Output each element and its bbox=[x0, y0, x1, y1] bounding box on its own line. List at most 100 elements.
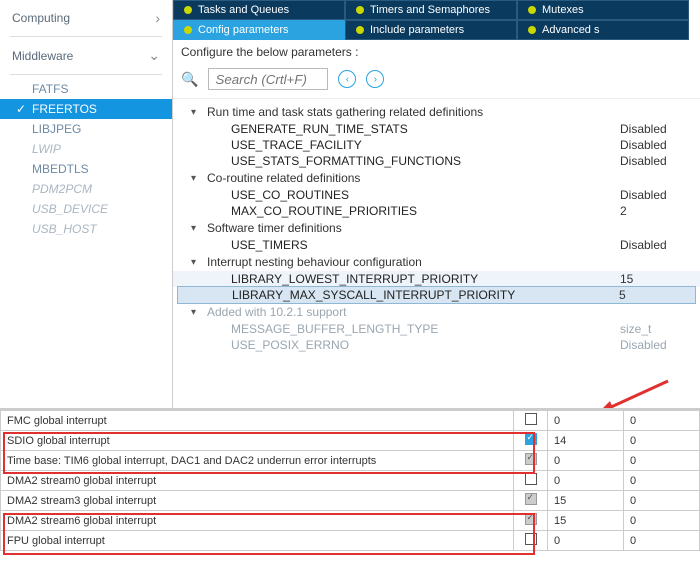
tab-tasks-and-queues[interactable]: Tasks and Queues bbox=[173, 0, 345, 20]
parameter-row[interactable]: LIBRARY_LOWEST_INTERRUPT_PRIORITY15 bbox=[173, 271, 700, 287]
checkbox[interactable] bbox=[525, 473, 537, 485]
sidebar-category-computing[interactable]: Computing › bbox=[0, 4, 172, 32]
interrupt-name: FMC global interrupt bbox=[1, 411, 514, 431]
tab-mutexes[interactable]: Mutexes bbox=[517, 0, 689, 20]
tab-label: Mutexes bbox=[542, 4, 584, 16]
parameter-label: LIBRARY_MAX_SYSCALL_INTERRUPT_PRIORITY bbox=[232, 288, 619, 302]
parameter-row[interactable]: GENERATE_RUN_TIME_STATSDisabled bbox=[173, 121, 700, 137]
enable-cell bbox=[514, 431, 548, 451]
tab-timers-and-semaphores[interactable]: Timers and Semaphores bbox=[345, 0, 517, 20]
interrupt-table: FMC global interrupt00SDIO global interr… bbox=[0, 408, 700, 551]
priority-cell[interactable]: 0 bbox=[548, 411, 624, 431]
sidebar-item-freertos[interactable]: FREERTOS bbox=[0, 99, 172, 119]
parameter-row[interactable]: USE_TRACE_FACILITYDisabled bbox=[173, 137, 700, 153]
checkbox[interactable] bbox=[525, 493, 537, 505]
parameter-label: MESSAGE_BUFFER_LENGTH_TYPE bbox=[231, 322, 620, 336]
checkbox[interactable] bbox=[525, 533, 537, 545]
chevron-down-icon: ⌄ bbox=[148, 47, 160, 64]
sidebar-item-fatfs[interactable]: FATFS bbox=[0, 79, 172, 99]
parameter-row[interactable]: MESSAGE_BUFFER_LENGTH_TYPEsize_t bbox=[173, 321, 700, 337]
parameter-label: USE_STATS_FORMATTING_FUNCTIONS bbox=[231, 154, 620, 168]
priority-cell[interactable]: 15 bbox=[548, 491, 624, 511]
checkbox[interactable] bbox=[525, 413, 537, 425]
table-row[interactable]: DMA2 stream3 global interrupt150 bbox=[1, 491, 700, 511]
priority-cell[interactable]: 0 bbox=[548, 471, 624, 491]
parameter-value: 5 bbox=[619, 288, 691, 302]
bullet-icon bbox=[356, 26, 364, 34]
tab-advanced-s[interactable]: Advanced s bbox=[517, 20, 689, 40]
parameter-row[interactable]: USE_TIMERSDisabled bbox=[173, 237, 700, 253]
chevron-down-icon: ▾ bbox=[191, 107, 201, 118]
table-row[interactable]: DMA2 stream0 global interrupt 00 bbox=[1, 471, 700, 491]
group-title: Run time and task stats gathering relate… bbox=[207, 105, 483, 119]
checkbox[interactable] bbox=[525, 433, 537, 445]
enable-cell bbox=[514, 511, 548, 531]
priority-cell[interactable]: 14 bbox=[548, 431, 624, 451]
parameter-label: USE_TIMERS bbox=[231, 238, 620, 252]
parameter-row[interactable]: USE_POSIX_ERRNODisabled bbox=[173, 337, 700, 353]
table-row[interactable]: Time base: TIM6 global interrupt, DAC1 a… bbox=[1, 451, 700, 471]
subpriority-cell[interactable]: 0 bbox=[624, 531, 700, 551]
table-row[interactable]: FPU global interrupt 00 bbox=[1, 531, 700, 551]
checkbox[interactable] bbox=[525, 513, 537, 525]
enable-cell bbox=[514, 411, 548, 431]
sidebar-category-middleware[interactable]: Middleware ⌄ bbox=[0, 41, 172, 70]
search-prev-button[interactable]: ‹ bbox=[338, 70, 356, 88]
tab-config-parameters[interactable]: Config parameters bbox=[173, 20, 345, 40]
group-title: Software timer definitions bbox=[207, 221, 342, 235]
parameter-row[interactable]: USE_STATS_FORMATTING_FUNCTIONSDisabled bbox=[173, 153, 700, 169]
sidebar-category-label: Computing bbox=[12, 11, 70, 25]
parameter-label: USE_TRACE_FACILITY bbox=[231, 138, 620, 152]
sidebar-item-pdm2pcm[interactable]: PDM2PCM bbox=[0, 179, 172, 199]
sidebar-item-usb_device[interactable]: USB_DEVICE bbox=[0, 199, 172, 219]
sidebar-item-libjpeg[interactable]: LIBJPEG bbox=[0, 119, 172, 139]
parameter-value: Disabled bbox=[620, 238, 692, 252]
sidebar-item-usb_host[interactable]: USB_HOST bbox=[0, 219, 172, 239]
parameter-row[interactable]: LIBRARY_MAX_SYSCALL_INTERRUPT_PRIORITY5 bbox=[177, 286, 696, 304]
tab-label: Include parameters bbox=[370, 24, 464, 36]
priority-cell[interactable]: 15 bbox=[548, 511, 624, 531]
parameter-row[interactable]: MAX_CO_ROUTINE_PRIORITIES2 bbox=[173, 203, 700, 219]
group-header[interactable]: ▾Co-routine related definitions bbox=[173, 169, 700, 187]
tabs: Tasks and Queues Timers and Semaphores Mut… bbox=[173, 0, 700, 40]
sidebar-item-lwip[interactable]: LWIP bbox=[0, 139, 172, 159]
sidebar-item-mbedtls[interactable]: MBEDTLS bbox=[0, 159, 172, 179]
subpriority-cell[interactable]: 0 bbox=[624, 491, 700, 511]
subpriority-cell[interactable]: 0 bbox=[624, 411, 700, 431]
subpriority-cell[interactable]: 0 bbox=[624, 511, 700, 531]
tab-label: Tasks and Queues bbox=[198, 4, 289, 16]
group-header[interactable]: ▾Added with 10.2.1 support bbox=[173, 303, 700, 321]
group-header[interactable]: ▾Interrupt nesting behaviour configurati… bbox=[173, 253, 700, 271]
main-panel: Tasks and Queues Timers and Semaphores Mut… bbox=[173, 0, 700, 408]
subpriority-cell[interactable]: 0 bbox=[624, 451, 700, 471]
chevron-down-icon: ▾ bbox=[191, 257, 201, 268]
tab-include-parameters[interactable]: Include parameters bbox=[345, 20, 517, 40]
tab-label: Timers and Semaphores bbox=[370, 4, 490, 16]
group-header[interactable]: ▾ Run time and task stats gathering relat… bbox=[173, 103, 700, 121]
priority-cell[interactable]: 0 bbox=[548, 531, 624, 551]
parameter-value: Disabled bbox=[620, 154, 692, 168]
parameter-label: MAX_CO_ROUTINE_PRIORITIES bbox=[231, 204, 620, 218]
parameter-row[interactable]: USE_CO_ROUTINESDisabled bbox=[173, 187, 700, 203]
priority-cell[interactable]: 0 bbox=[548, 451, 624, 471]
search-icon: 🔍 bbox=[181, 71, 198, 88]
interrupt-name: DMA2 stream0 global interrupt bbox=[1, 471, 514, 491]
chevron-right-icon: › bbox=[155, 10, 160, 26]
table-row[interactable]: DMA2 stream6 global interrupt150 bbox=[1, 511, 700, 531]
parameter-tree[interactable]: ▾ Run time and task stats gathering relat… bbox=[173, 99, 700, 408]
interrupt-name: FPU global interrupt bbox=[1, 531, 514, 551]
subpriority-cell[interactable]: 0 bbox=[624, 431, 700, 451]
checkbox[interactable] bbox=[525, 453, 537, 465]
group-header[interactable]: ▾Software timer definitions bbox=[173, 219, 700, 237]
enable-cell bbox=[514, 531, 548, 551]
table-row[interactable]: FMC global interrupt 00 bbox=[1, 411, 700, 431]
subpriority-cell[interactable]: 0 bbox=[624, 471, 700, 491]
parameter-value: size_t bbox=[620, 322, 692, 336]
search-input[interactable] bbox=[208, 68, 328, 90]
group-title: Added with 10.2.1 support bbox=[207, 305, 346, 319]
search-next-button[interactable]: › bbox=[366, 70, 384, 88]
bullet-icon bbox=[528, 26, 536, 34]
tab-label: Advanced s bbox=[542, 24, 599, 36]
table-row[interactable]: SDIO global interrupt140 bbox=[1, 431, 700, 451]
enable-cell bbox=[514, 471, 548, 491]
